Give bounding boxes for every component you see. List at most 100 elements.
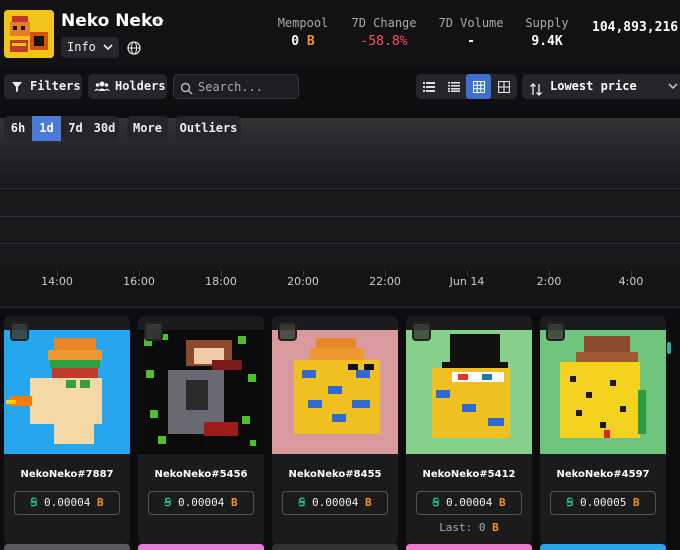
rune-icon: Ꞩ bbox=[298, 496, 306, 509]
search-box bbox=[173, 74, 299, 99]
sort-icon bbox=[530, 80, 542, 105]
grid-small-icon bbox=[472, 80, 485, 93]
item-name: NekoNeko#8455 bbox=[288, 469, 382, 480]
stat-label: Mempool bbox=[277, 16, 329, 30]
next-row-card bbox=[272, 544, 398, 550]
item-price: 0.00005 bbox=[580, 496, 627, 509]
stat-label: Supply bbox=[525, 16, 569, 30]
item-card[interactable]: NekoNeko#8455 Ꞩ 0.00004 B bbox=[272, 316, 398, 544]
item-price: 0.00004 bbox=[446, 496, 493, 509]
next-row-card bbox=[406, 544, 532, 550]
next-row-card bbox=[4, 544, 130, 550]
item-price-button[interactable]: Ꞩ 0.00004 B bbox=[416, 491, 522, 515]
search-input[interactable] bbox=[198, 75, 296, 98]
stat-7d-volume: 7D Volume - bbox=[437, 16, 505, 49]
filter-icon bbox=[11, 75, 23, 106]
item-image bbox=[138, 330, 264, 454]
collection-title: Neko Neko bbox=[61, 11, 164, 31]
rune-icon: Ꞩ bbox=[432, 496, 440, 509]
item-price: 0.00004 bbox=[312, 496, 359, 509]
time-range-1d[interactable]: 1d bbox=[32, 116, 61, 141]
bitcoin-icon: B bbox=[498, 496, 506, 509]
favorite-star-icon[interactable]: ☆ bbox=[154, 10, 165, 31]
collection-header: Neko Neko ☆ Info Mempool 0 B 7D Change -… bbox=[0, 0, 680, 68]
holders-button[interactable]: Holders bbox=[88, 74, 167, 99]
item-price-button[interactable]: Ꞩ 0.00004 B bbox=[148, 491, 254, 515]
scrollbar-thumb[interactable] bbox=[667, 342, 671, 354]
chart-gridline bbox=[0, 141, 680, 142]
item-image bbox=[540, 330, 666, 454]
search-icon bbox=[180, 80, 193, 99]
stat-mempool: Mempool 0 B bbox=[274, 16, 332, 49]
view-list-button[interactable] bbox=[441, 74, 466, 99]
x-axis-tick-label: Jun 14 bbox=[449, 275, 485, 288]
select-checkbox[interactable] bbox=[412, 322, 431, 341]
select-checkbox[interactable] bbox=[278, 322, 297, 341]
sort-dropdown[interactable]: Lowest price bbox=[522, 74, 680, 99]
stat-value: 104,893,216 bbox=[592, 20, 679, 35]
bitcoin-icon: B bbox=[632, 496, 640, 509]
globe-icon[interactable] bbox=[127, 40, 141, 55]
stat-value: - bbox=[467, 34, 475, 49]
next-row-card bbox=[540, 544, 666, 550]
chart-gridline bbox=[0, 216, 680, 217]
item-name: NekoNeko#5456 bbox=[154, 469, 248, 480]
item-price-button[interactable]: Ꞩ 0.00004 B bbox=[282, 491, 388, 515]
more-button[interactable]: More bbox=[127, 116, 168, 141]
next-row-card bbox=[138, 544, 264, 550]
grid-large-icon bbox=[497, 80, 510, 93]
stat-value: 9.4K bbox=[531, 34, 563, 49]
chart-x-axis: 14:00 16:00 18:00 20:00 22:00 Jun 14 2:00 4:00 bbox=[0, 270, 680, 308]
x-axis-tick-label: 14:00 bbox=[41, 275, 73, 288]
x-axis-tick-label: 22:00 bbox=[369, 275, 401, 288]
select-checkbox[interactable] bbox=[546, 322, 565, 341]
item-card[interactable]: NekoNeko#5456 Ꞩ 0.00004 B bbox=[138, 316, 264, 544]
stat-value: 0 B bbox=[291, 34, 315, 49]
x-axis-tick-label: 18:00 bbox=[205, 275, 237, 288]
time-range-6h[interactable]: 6h bbox=[4, 116, 32, 141]
view-grid-large-button[interactable] bbox=[491, 74, 516, 99]
rune-icon: Ꞩ bbox=[566, 496, 574, 509]
x-axis-tick-label: 4:00 bbox=[618, 275, 644, 288]
item-price: 0.00004 bbox=[44, 496, 91, 509]
bitcoin-icon: B bbox=[230, 496, 238, 509]
item-price-button[interactable]: Ꞩ 0.00004 B bbox=[14, 491, 120, 515]
item-card[interactable]: NekoNeko#4597 Ꞩ 0.00005 B bbox=[540, 316, 666, 544]
stat-label: 7D Change bbox=[351, 16, 417, 30]
filters-button[interactable]: Filters bbox=[4, 74, 82, 99]
item-price-button[interactable]: Ꞩ 0.00005 B bbox=[550, 491, 656, 515]
info-dropdown-button[interactable]: Info bbox=[61, 37, 119, 58]
view-list-detailed-button[interactable] bbox=[416, 74, 441, 99]
item-image bbox=[406, 330, 532, 454]
bitcoin-icon: B bbox=[96, 496, 104, 509]
outliers-button[interactable]: Outliers bbox=[176, 116, 241, 141]
item-image bbox=[4, 330, 130, 454]
stat-supply: Supply 9.4K bbox=[522, 16, 572, 49]
item-image bbox=[272, 330, 398, 454]
info-label: Info bbox=[67, 40, 96, 54]
bitcoin-icon: B bbox=[364, 496, 372, 509]
bitcoin-icon: B bbox=[492, 521, 499, 534]
item-name: NekoNeko#5412 bbox=[422, 469, 516, 480]
x-axis-tick-label: 2:00 bbox=[536, 275, 562, 288]
x-axis-tick-label: 20:00 bbox=[287, 275, 319, 288]
view-mode-group bbox=[416, 74, 517, 99]
time-range-30d[interactable]: 30d bbox=[90, 116, 119, 141]
holders-label: Holders bbox=[115, 79, 166, 93]
time-range-7d[interactable]: 7d bbox=[61, 116, 90, 141]
rune-icon: Ꞩ bbox=[30, 496, 38, 509]
chart-gridline bbox=[0, 188, 680, 189]
view-grid-small-button[interactable] bbox=[466, 74, 491, 99]
select-checkbox[interactable] bbox=[10, 322, 29, 341]
list-icon bbox=[422, 81, 435, 92]
last-sale: Last: 0 B bbox=[439, 521, 499, 534]
stat-value: -58.8% bbox=[360, 34, 408, 49]
item-card[interactable]: NekoNeko#5412 Ꞩ 0.00004 B Last: 0 B bbox=[406, 316, 532, 544]
collection-logo bbox=[4, 10, 54, 58]
stat-7d-change: 7D Change -58.8% bbox=[350, 16, 418, 49]
item-card[interactable]: NekoNeko#7887 Ꞩ 0.00004 B bbox=[4, 316, 130, 544]
list-compact-icon bbox=[447, 81, 460, 92]
time-range-group: 6h 1d 7d 30d bbox=[4, 116, 119, 141]
select-checkbox[interactable] bbox=[144, 322, 163, 341]
x-axis-tick-label: 16:00 bbox=[123, 275, 155, 288]
